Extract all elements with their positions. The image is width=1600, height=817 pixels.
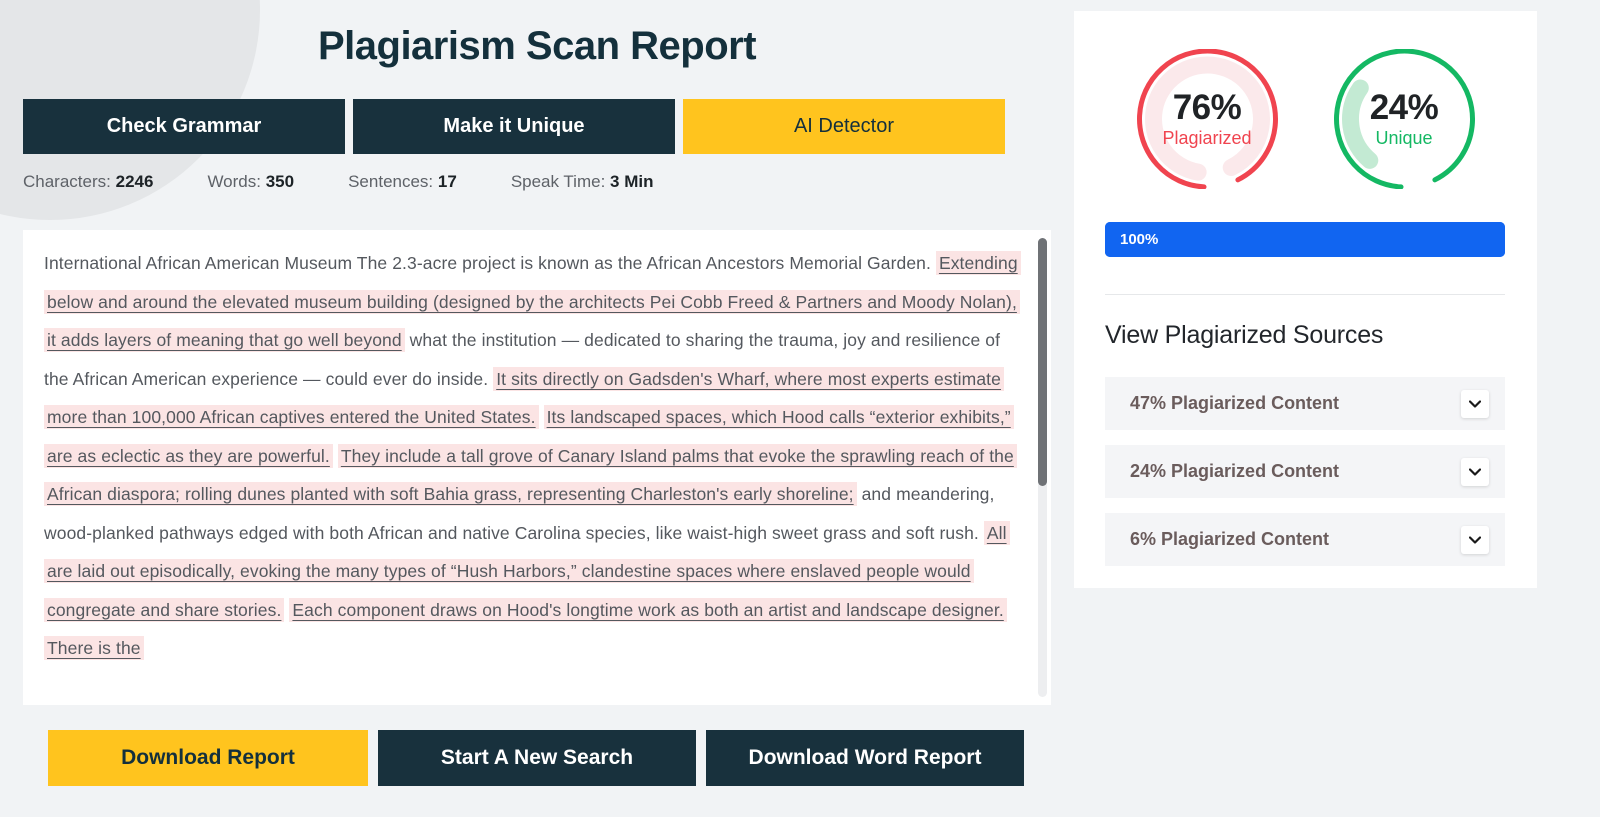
document-stats: Characters: 2246 Words: 350 Sentences: 1… <box>23 172 708 192</box>
stat-characters-label: Characters: <box>23 172 111 191</box>
stat-speak-time: Speak Time: 3 Min <box>511 172 654 192</box>
start-new-search-button[interactable]: Start A New Search <box>378 730 696 786</box>
results-panel: 76% Plagiarized 24% Unique 100% View Pla… <box>1074 11 1537 588</box>
plagiarized-sources-list: 47% Plagiarized Content 24% Plagiarized … <box>1105 377 1505 581</box>
ai-detector-button[interactable]: AI Detector <box>683 99 1005 154</box>
source-accordion-label-2: 24% Plagiarized Content <box>1130 461 1340 481</box>
check-grammar-button[interactable]: Check Grammar <box>23 99 345 154</box>
chevron-down-icon[interactable] <box>1461 389 1489 418</box>
source-accordion-item-1[interactable]: 47% Plagiarized Content <box>1105 377 1505 430</box>
unique-percent: 24% <box>1369 88 1439 127</box>
scanned-text-panel[interactable]: International African American Museum Th… <box>23 230 1051 705</box>
scan-progress-label: 100% <box>1120 231 1159 248</box>
stat-sentences: Sentences: 17 <box>348 172 457 192</box>
scan-progress-fill <box>1105 222 1505 257</box>
chevron-down-icon[interactable] <box>1461 457 1489 486</box>
bottom-action-row: Download Report Start A New Search Downl… <box>48 730 1024 786</box>
plagiarized-text-span: Each component draws on Hood's longtime … <box>289 597 1007 622</box>
gauge-row: 76% Plagiarized 24% Unique <box>1074 49 1537 189</box>
stat-sentences-label: Sentences: <box>348 172 434 191</box>
stat-words-label: Words: <box>207 172 261 191</box>
scan-progress-bar: 100% <box>1105 222 1505 257</box>
stat-speak-time-label: Speak Time: <box>510 172 606 191</box>
source-accordion-label-3: 6% Plagiarized Content <box>1130 529 1330 549</box>
original-text-span: International African American Museum Th… <box>44 253 936 273</box>
sources-section-title: View Plagiarized Sources <box>1105 321 1384 349</box>
make-it-unique-button[interactable]: Make it Unique <box>353 99 675 154</box>
chevron-down-glyph <box>1469 399 1481 408</box>
stat-words: Words: 350 <box>207 172 294 192</box>
unique-caption: Unique <box>1375 128 1433 148</box>
panel-divider <box>1105 294 1505 295</box>
plagiarized-gauge-label: 76% Plagiarized <box>1120 49 1295 189</box>
download-report-button[interactable]: Download Report <box>48 730 368 786</box>
page-title: Plagiarism Scan Report <box>317 24 757 68</box>
plagiarized-caption: Plagiarized <box>1162 128 1252 148</box>
source-accordion-item-3[interactable]: 6% Plagiarized Content <box>1105 513 1505 566</box>
chevron-down-glyph <box>1469 535 1481 544</box>
plagiarism-report-page: Plagiarism Scan Report Check Grammar Mak… <box>0 0 1600 817</box>
scanned-text-content: International African American Museum Th… <box>44 244 1029 668</box>
stat-words-value: 350 <box>265 172 295 191</box>
action-tab-row: Check Grammar Make it Unique AI Detector <box>23 99 1051 154</box>
unique-gauge-label: 24% Unique <box>1317 49 1492 189</box>
text-scrollbar-thumb[interactable] <box>1038 238 1047 486</box>
chevron-down-icon[interactable] <box>1461 525 1489 554</box>
original-text-span <box>539 407 544 427</box>
plagiarized-gauge: 76% Plagiarized <box>1120 49 1295 189</box>
download-word-report-button[interactable]: Download Word Report <box>706 730 1024 786</box>
plagiarized-percent: 76% <box>1172 88 1242 127</box>
report-main-column: Plagiarism Scan Report Check Grammar Mak… <box>0 0 1074 817</box>
plagiarized-text-span: There is the <box>44 636 144 660</box>
unique-gauge: 24% Unique <box>1317 49 1492 189</box>
source-accordion-label-1: 47% Plagiarized Content <box>1130 393 1340 413</box>
source-accordion-item-2[interactable]: 24% Plagiarized Content <box>1105 445 1505 498</box>
chevron-down-glyph <box>1469 467 1481 476</box>
stat-speak-time-value: 3 Min <box>610 172 654 191</box>
stat-sentences-value: 17 <box>437 172 457 191</box>
stat-characters: Characters: 2246 <box>23 172 153 192</box>
stat-characters-value: 2246 <box>115 172 154 191</box>
